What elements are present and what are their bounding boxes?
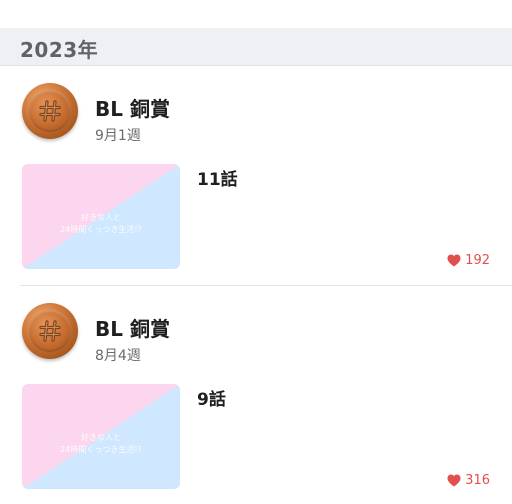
episode-thumbnail[interactable]: 好きな人と 24時間くっつき生活!? (22, 384, 180, 489)
entry-divider (20, 285, 512, 286)
award-title: BL 銅賞 (95, 97, 170, 121)
year-section-header: 2023年 (0, 28, 512, 66)
like-count-value: 192 (465, 253, 490, 268)
award-week: 8月4週 (95, 348, 141, 364)
thumbnail-text: 好きな人と 24時間くっつき生活!? (60, 213, 142, 234)
award-week: 9月1週 (95, 128, 141, 144)
bronze-medal-icon (22, 83, 78, 139)
thumbnail-text: 好きな人と 24時間くっつき生活!? (60, 433, 142, 454)
hash-icon (39, 100, 61, 122)
award-entry[interactable]: BL 銅賞 8月4週 好きな人と 24時間くっつき生活!? 9話 316 (0, 287, 512, 504)
heart-icon (447, 474, 461, 487)
like-count: 192 (447, 253, 490, 268)
year-label: 2023年 (20, 38, 99, 62)
award-entry[interactable]: BL 銅賞 9月1週 好きな人と 24時間くっつき生活!? 11話 192 (0, 67, 512, 287)
like-count-value: 316 (465, 473, 490, 488)
heart-icon (447, 254, 461, 267)
episode-title[interactable]: 9話 (197, 385, 226, 410)
bronze-medal-icon (22, 303, 78, 359)
top-spacer (0, 0, 512, 28)
episode-thumbnail[interactable]: 好きな人と 24時間くっつき生活!? (22, 164, 180, 269)
episode-title[interactable]: 11話 (197, 165, 238, 190)
like-count: 316 (447, 473, 490, 488)
hash-icon (39, 320, 61, 342)
award-title: BL 銅賞 (95, 317, 170, 341)
